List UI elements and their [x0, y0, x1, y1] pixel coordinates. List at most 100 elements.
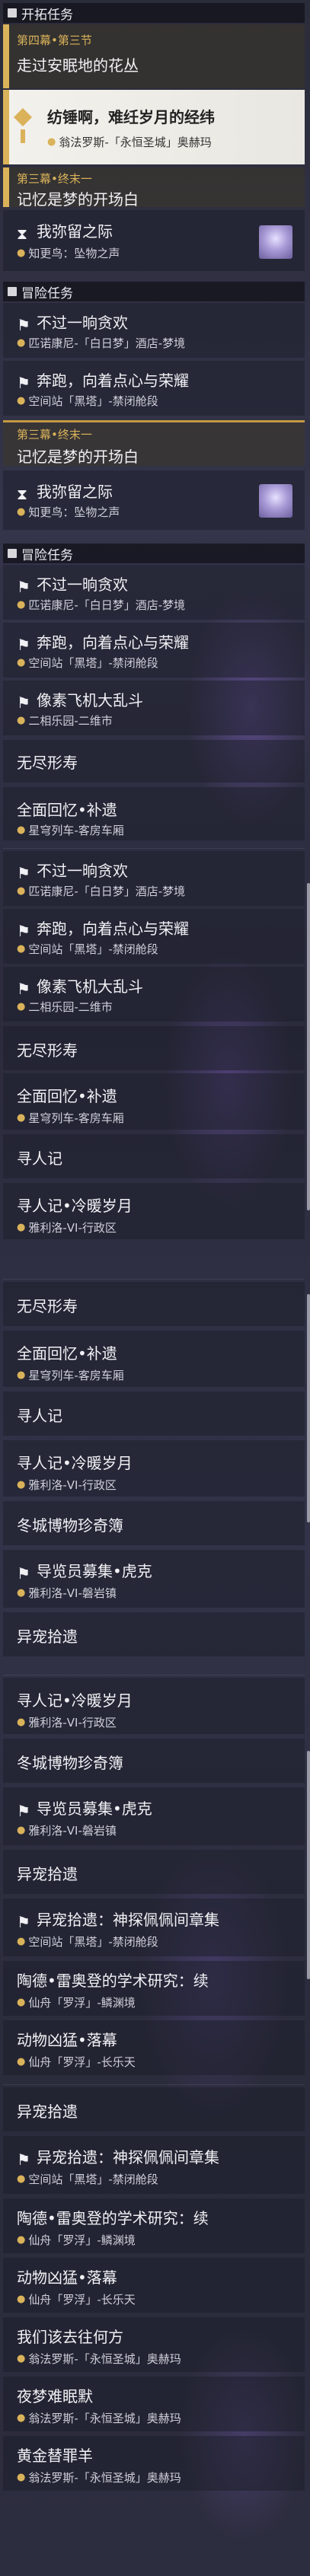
- quest-act3[interactable]: 第三幕•终末一 记忆是梦的开场白: [3, 167, 305, 209]
- quest-icon: ⚑: [17, 373, 30, 392]
- location-pin-icon: ●: [17, 1936, 26, 1947]
- location-pin-icon: ●: [17, 506, 26, 518]
- quest-guide[interactable]: ⚑ 导览员募集•虎克 ● 雅利洛-VI-磐岩镇: [3, 1550, 305, 1608]
- quest-icon: ⚑: [17, 979, 30, 998]
- location-pin-icon: ●: [17, 1369, 26, 1381]
- quest-run[interactable]: ⚑ 奔跑，向着点心与荣耀 ● 空间站「黑塔」-禁闭舱段: [3, 623, 305, 677]
- location-pin-icon: ●: [17, 2173, 26, 2185]
- quest-run-location: ● 空间站「黑塔」-禁闭舱段: [17, 394, 158, 408]
- quest-animal[interactable]: 动物凶猛•落幕 ● 仙舟「罗浮」-长乐天: [3, 2258, 305, 2313]
- location-pin-icon: ●: [47, 136, 56, 148]
- quest-forget-title: ⧗ 我弥留之际: [17, 222, 113, 243]
- location-pin-icon: ●: [17, 943, 26, 955]
- location-pin-icon: ●: [17, 2056, 26, 2067]
- quest-guide[interactable]: ⚑ 导览员募集•虎克 ● 雅利洛-VI-磐岩镇: [3, 1787, 305, 1845]
- quest-endless[interactable]: 无尽形寿: [3, 1282, 305, 1326]
- divider: [3, 848, 305, 849]
- quest-seeker-sub[interactable]: 寻人记•冷暖岁月 ● 雅利洛-VI-行政区: [3, 1183, 305, 1239]
- quest-museum[interactable]: 冬城博物珍奇簿: [3, 1501, 305, 1545]
- quest-tao[interactable]: 陶德•雷奥登的学术研究：续 ● 仙舟「罗浮」-鳞渊境: [3, 1961, 305, 2016]
- scrollbar[interactable]: [307, 1294, 310, 1522]
- location-pin-icon: ●: [17, 2234, 26, 2246]
- collapse-icon: [8, 287, 17, 296]
- quest-memory[interactable]: 全面回忆•补遗 ● 星穹列车-客房车厢: [3, 1073, 305, 1130]
- quest-pet[interactable]: 异宠拾遗: [3, 2087, 305, 2131]
- quest-selected-bar: [3, 90, 9, 164]
- quest-run-title: ⚑ 奔跑，向着点心与荣耀: [17, 371, 189, 392]
- quest-where[interactable]: 我们该去往何方 ● 翁法罗斯-「永恒圣城」奥赫玛: [3, 2317, 305, 2372]
- quest-gold-bar-2: [3, 167, 9, 207]
- quest-icon: ⚑: [17, 863, 30, 882]
- quest-run[interactable]: ⚑ 奔跑，向着点心与荣耀 ● 空间站「黑塔」-禁闭舱段: [3, 361, 305, 416]
- quest-selected[interactable]: 纺锤啊，难纴岁月的经纬 ● 翁法罗斯-「永恒圣城」奥赫玛: [3, 90, 305, 164]
- quest-gold-bar: [3, 24, 9, 88]
- section-trailblaze[interactable]: 开拓任务: [3, 3, 305, 23]
- location-pin-icon: ●: [17, 885, 26, 897]
- quest-selected-location: ● 翁法罗斯-「永恒圣城」奥赫玛: [47, 135, 212, 149]
- location-pin-icon: ●: [17, 715, 26, 726]
- location-pin-icon: ●: [17, 247, 26, 259]
- quest-type-icon: [12, 107, 34, 145]
- quest-act3-prefix: 第三幕•终末一: [17, 172, 92, 186]
- quest-act4[interactable]: 第四幕•第三节 走过安眠地的花丛: [3, 24, 305, 88]
- quest-act3-b[interactable]: 第三幕•终末一 记忆是梦的开场白: [3, 423, 305, 466]
- location-pin-icon: ●: [17, 2472, 26, 2483]
- hourglass-icon: ⧗: [17, 224, 28, 243]
- quest-run[interactable]: ⚑ 奔跑，向着点心与荣耀 ● 空间站「黑塔」-禁闭舱段: [3, 909, 305, 964]
- scrollbar[interactable]: [307, 1751, 310, 1979]
- section-adventure[interactable]: 冒险任务: [3, 282, 305, 301]
- quest-memory[interactable]: 全面回忆•补遗 ● 星穹列车-客房车厢: [3, 787, 305, 840]
- quest-greedy[interactable]: ⚑ 不过一晌贪欢 ● 匹诺康尼-「白日梦」酒店-梦境: [3, 303, 305, 358]
- quest-seeker[interactable]: 寻人记: [3, 1392, 305, 1436]
- quest-greedy[interactable]: ⚑ 不过一晌贪欢 ● 匹诺康尼-「白日梦」酒店-梦境: [3, 851, 305, 906]
- section-trailblaze-label: 开拓任务: [21, 7, 73, 23]
- divider: [3, 2084, 305, 2085]
- quest-greedy-title: ⚑ 不过一晌贪欢: [17, 314, 128, 334]
- quest-pet[interactable]: 异宠拾遗: [3, 1612, 305, 1656]
- location-pin-icon: ●: [17, 2294, 26, 2305]
- quest-icon: ⚑: [17, 693, 30, 712]
- location-pin-icon: ●: [17, 337, 26, 349]
- quest-animal[interactable]: 动物凶猛•落幕 ● 仙舟「罗浮」-长乐天: [3, 2020, 305, 2075]
- location-pin-icon: ●: [17, 824, 26, 836]
- quest-plane[interactable]: ⚑ 像素飞机大乱斗 ● 二相乐园-二维市: [3, 681, 305, 735]
- quest-pet-sub[interactable]: ⚑ 异宠拾遗：神探佩佩间章集 ● 空间站「黑塔」-禁闭舱段: [3, 1899, 305, 1956]
- quest-night[interactable]: 夜梦难眠默 ● 翁法罗斯-「永恒圣城」奥赫玛: [3, 2377, 305, 2431]
- quest-golden[interactable]: 黄金替罪羊 ● 翁法罗斯-「永恒圣城」奥赫玛: [3, 2436, 305, 2491]
- quest-act3-title: 记忆是梦的开场白: [17, 190, 139, 209]
- quest-memory[interactable]: 全面回忆•补遗 ● 星穹列车-客房车厢: [3, 1331, 305, 1387]
- quest-museum[interactable]: 冬城博物珍奇簿: [3, 1739, 305, 1783]
- location-pin-icon: ●: [17, 1222, 26, 1233]
- quest-tao[interactable]: 陶德•雷奥登的学术研究：续 ● 仙舟「罗浮」-鳞渊境: [3, 2198, 305, 2253]
- location-pin-icon: ●: [17, 395, 26, 406]
- quest-icon: ⚑: [17, 2150, 30, 2169]
- scrollbar[interactable]: [307, 883, 310, 1210]
- quest-pet[interactable]: 异宠拾遗: [3, 1850, 305, 1894]
- quest-icon: ⚑: [17, 1912, 30, 1931]
- quest-plane[interactable]: ⚑ 像素飞机大乱斗 ● 二相乐园-二维市: [3, 967, 305, 1022]
- avatar: [259, 484, 292, 518]
- quest-endless[interactable]: 无尽形寿: [3, 740, 305, 783]
- quest-seeker-sub[interactable]: 寻人记•冷暖岁月 ● 雅利洛-VI-行政区: [3, 1678, 305, 1734]
- location-pin-icon: ●: [17, 2353, 26, 2364]
- quest-pet-sub[interactable]: ⚑ 异宠拾遗：神探佩佩间章集 ● 空间站「黑塔」-禁闭舱段: [3, 2136, 305, 2194]
- divider: [3, 420, 305, 422]
- quest-icon: ⚑: [17, 1801, 30, 1820]
- section-adventure[interactable]: 冒险任务: [3, 544, 305, 563]
- quest-seeker-sub[interactable]: 寻人记•冷暖岁月 ● 雅利洛-VI-行政区: [3, 1440, 305, 1497]
- location-pin-icon: ●: [17, 657, 26, 668]
- location-pin-icon: ●: [17, 1997, 26, 2008]
- quest-endless[interactable]: 无尽形寿: [3, 1026, 305, 1070]
- hourglass-icon: ⧗: [17, 484, 28, 503]
- location-pin-icon: ●: [17, 1587, 26, 1599]
- quest-icon: ⚑: [17, 1564, 30, 1583]
- collapse-icon: [8, 8, 17, 18]
- location-pin-icon: ●: [17, 599, 26, 611]
- location-pin-icon: ●: [17, 1825, 26, 1836]
- location-pin-icon: ●: [17, 1112, 26, 1124]
- quest-seeker[interactable]: 寻人记: [3, 1134, 305, 1178]
- quest-act4-title: 走过安眠地的花丛: [17, 56, 139, 75]
- location-pin-icon: ●: [17, 1479, 26, 1490]
- location-pin-icon: ●: [17, 2412, 26, 2424]
- quest-greedy[interactable]: ⚑ 不过一晌贪欢 ● 匹诺康尼-「白日梦」酒店-梦境: [3, 565, 305, 620]
